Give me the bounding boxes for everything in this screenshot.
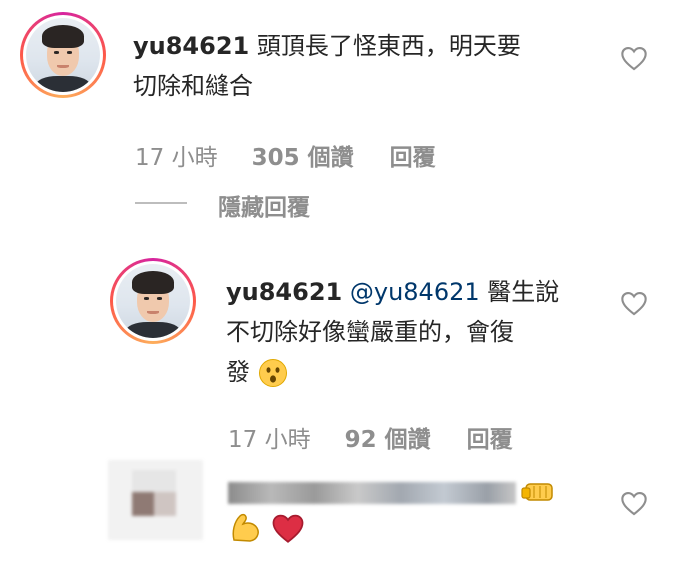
- avatar-mouth: [147, 310, 159, 314]
- avatar-shirt: [36, 75, 90, 92]
- avatar-eye-left: [54, 51, 59, 54]
- avatar[interactable]: [20, 12, 106, 98]
- like-heart-icon[interactable]: [620, 45, 648, 71]
- comment-text-line2: 切除和縫合: [133, 72, 253, 100]
- avatar-eye-right: [157, 297, 162, 300]
- avatar-border: [113, 261, 193, 341]
- blurred-avatar: [108, 460, 203, 540]
- hide-replies-button[interactable]: 隱藏回覆: [218, 188, 310, 222]
- reply-like-heart-icon[interactable]: [620, 290, 648, 316]
- avatar-mouth: [57, 64, 69, 68]
- fist-icon: [521, 483, 553, 501]
- comment-username[interactable]: yu84621: [133, 32, 249, 60]
- reply-avatar[interactable]: [110, 258, 196, 344]
- reply-reply-button[interactable]: 回覆: [467, 420, 513, 454]
- avatar-eye-right: [67, 51, 72, 54]
- reply-likes[interactable]: 92 個讚: [345, 420, 431, 454]
- reply-mention[interactable]: @yu84621: [350, 278, 480, 306]
- reply-time: 17 小時: [228, 427, 311, 453]
- reply-text-line1: 醫生說: [487, 278, 560, 306]
- comment-time: 17 小時: [135, 145, 218, 171]
- flexed-biceps-icon: [232, 513, 259, 542]
- comment-meta: 17 小時 305 個讚 回覆: [135, 138, 436, 172]
- red-heart-icon: [272, 514, 304, 543]
- hushed-face-icon: [258, 359, 287, 387]
- avatar-eye-left: [144, 297, 149, 300]
- reply-username[interactable]: yu84621: [226, 278, 342, 306]
- comment-text: 頭頂長了怪東西，明天要: [256, 32, 521, 60]
- reply-text-line2: 不切除好像蠻嚴重的，會復: [226, 318, 514, 346]
- reply-meta: 17 小時 92 個讚 回覆: [228, 420, 513, 454]
- reply-text-line3: 發: [226, 358, 250, 386]
- reply-button[interactable]: 回覆: [390, 138, 436, 172]
- comment-likes[interactable]: 305 個讚: [252, 138, 354, 172]
- blurred-comment-text: [228, 482, 516, 504]
- replies-divider: [135, 202, 187, 204]
- profile-photo: [26, 18, 100, 92]
- blurred-comment-like-heart-icon[interactable]: [620, 490, 648, 516]
- avatar-shirt: [126, 321, 180, 338]
- avatar-hair: [132, 271, 174, 294]
- comment-body: yu84621 頭頂長了怪東西，明天要 切除和縫合: [133, 26, 603, 106]
- profile-photo: [116, 264, 190, 338]
- avatar-border: [23, 15, 103, 95]
- avatar-hair: [42, 25, 84, 48]
- reply-body: yu84621 @yu84621 醫生說 不切除好像蠻嚴重的，會復 發: [226, 272, 606, 392]
